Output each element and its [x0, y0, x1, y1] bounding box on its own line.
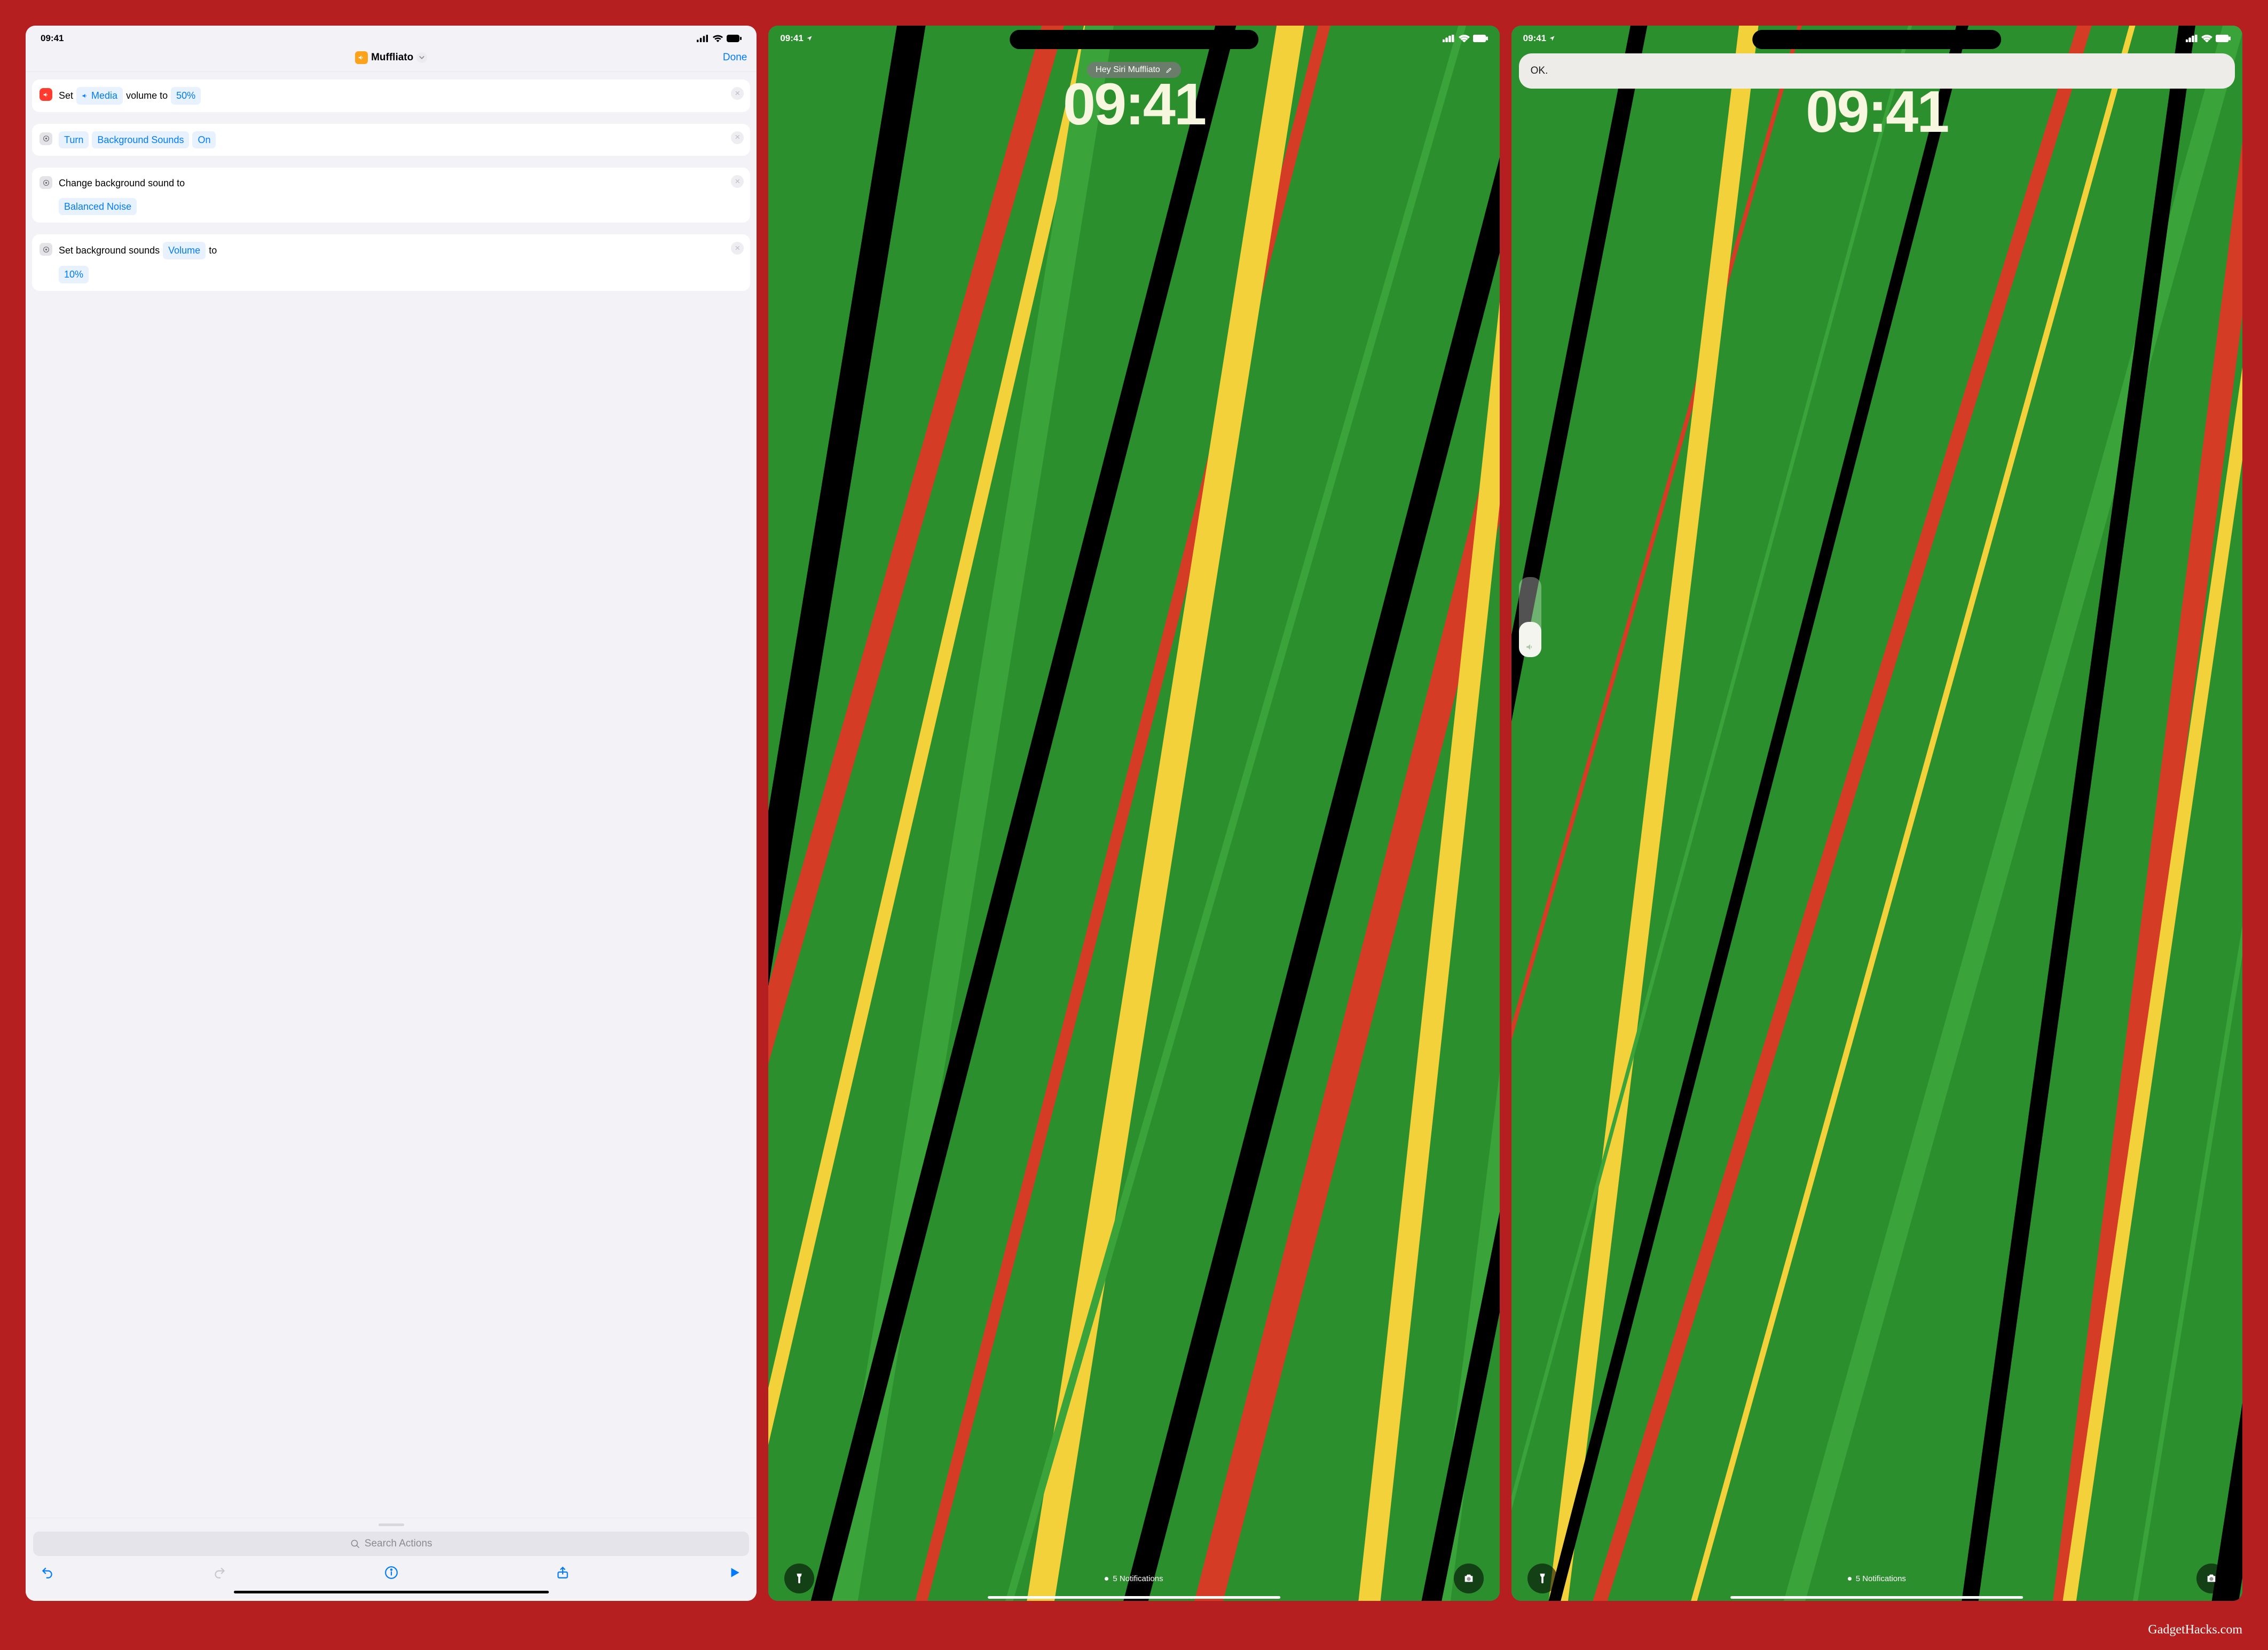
wifi-icon [2201, 35, 2212, 42]
battery-icon [1473, 35, 1488, 42]
action-card[interactable]: TurnBackground SoundsOn × [32, 124, 750, 156]
param-pill[interactable]: 10% [59, 266, 89, 283]
shortcut-title[interactable]: Muffliato [78, 51, 704, 64]
param-pill[interactable]: 50% [171, 87, 201, 105]
param-pill[interactable]: Turn [59, 131, 89, 149]
flashlight-button[interactable] [784, 1564, 814, 1593]
delete-action-button[interactable]: × [731, 87, 744, 100]
wallpaper [1511, 26, 2242, 1601]
volume-hud[interactable] [1519, 577, 1541, 657]
wifi-icon [712, 35, 723, 42]
notification-count[interactable]: 5 Notifications [1848, 1574, 1906, 1583]
home-indicator[interactable] [1730, 1596, 2023, 1599]
param-pill[interactable]: Volume [163, 242, 206, 259]
param-pill[interactable]: Balanced Noise [59, 198, 137, 216]
delete-action-button[interactable]: × [731, 131, 744, 144]
speaker-icon [1525, 642, 1535, 652]
location-icon [806, 35, 813, 42]
settings-icon [40, 243, 52, 256]
editor-toolbar [33, 1556, 749, 1586]
action-text: TurnBackground SoundsOn [59, 131, 216, 149]
param-pill[interactable]: Background Sounds [92, 131, 189, 149]
status-bar: 09:41 [26, 26, 757, 45]
volume-fill [1519, 622, 1541, 657]
status-time: 09:41 [41, 33, 64, 44]
cellular-icon [2186, 35, 2198, 42]
info-button[interactable] [384, 1566, 398, 1582]
cellular-icon [1443, 35, 1455, 42]
dynamic-island[interactable] [1010, 30, 1258, 49]
nav-toolbar: Muffliato Done [26, 45, 757, 72]
home-indicator[interactable] [988, 1596, 1280, 1599]
redo-button [212, 1566, 226, 1582]
action-card[interactable]: SetMediavolume to50% × [32, 80, 750, 112]
shortcut-icon [355, 51, 368, 64]
settings-icon [40, 176, 52, 189]
lockscreen-siri: 09:41 Hey Siri Muffliato 09:41 5 Notific… [768, 26, 1499, 1601]
action-text: Change background sound toBalanced Noise [59, 175, 269, 215]
delete-action-button[interactable]: × [731, 242, 744, 255]
search-icon [350, 1539, 360, 1549]
run-button[interactable] [728, 1566, 742, 1582]
camera-button[interactable] [1454, 1564, 1484, 1593]
search-actions-input[interactable]: Search Actions [33, 1531, 749, 1556]
undo-button[interactable] [41, 1566, 54, 1582]
actions-list[interactable]: SetMediavolume to50%×TurnBackground Soun… [26, 72, 757, 1518]
battery-icon [727, 35, 742, 42]
lock-clock: 09:41 [768, 70, 1499, 138]
grabber-handle[interactable] [379, 1523, 404, 1526]
home-indicator[interactable] [234, 1591, 549, 1593]
done-button[interactable]: Done [723, 52, 747, 63]
wallpaper [768, 26, 1499, 1601]
flashlight-button[interactable] [1527, 1564, 1557, 1593]
param-pill[interactable]: Media [76, 87, 123, 105]
settings-icon [40, 132, 52, 145]
siri-response-card[interactable]: OK. [1519, 53, 2235, 89]
location-icon [1549, 35, 1555, 42]
camera-button[interactable] [2196, 1564, 2226, 1593]
delete-action-button[interactable]: × [731, 175, 744, 188]
bottom-sheet[interactable]: Search Actions [26, 1518, 757, 1601]
notification-count[interactable]: 5 Notifications [1105, 1574, 1163, 1583]
action-card[interactable]: Change background sound toBalanced Noise… [32, 168, 750, 223]
action-text: Set background soundsVolumeto10% [59, 242, 253, 283]
shortcuts-screen: 09:41 Muffliato Done SetMedia [26, 26, 757, 1601]
status-icons [697, 35, 742, 42]
param-pill[interactable]: On [192, 131, 216, 149]
cellular-icon [697, 35, 709, 42]
wifi-icon [1459, 35, 1470, 42]
battery-icon [2216, 35, 2231, 42]
action-text: SetMediavolume to50% [59, 87, 201, 105]
chevron-down-icon[interactable] [416, 52, 427, 63]
lockscreen-response: 09:41 OK. 09:41 5 Notifications [1511, 26, 2242, 1601]
watermark: GadgetHacks.com [2148, 1623, 2242, 1637]
dynamic-island[interactable] [1753, 30, 2002, 49]
share-button[interactable] [556, 1566, 570, 1582]
action-card[interactable]: Set background soundsVolumeto10% × [32, 234, 750, 290]
volume-icon [40, 88, 52, 101]
